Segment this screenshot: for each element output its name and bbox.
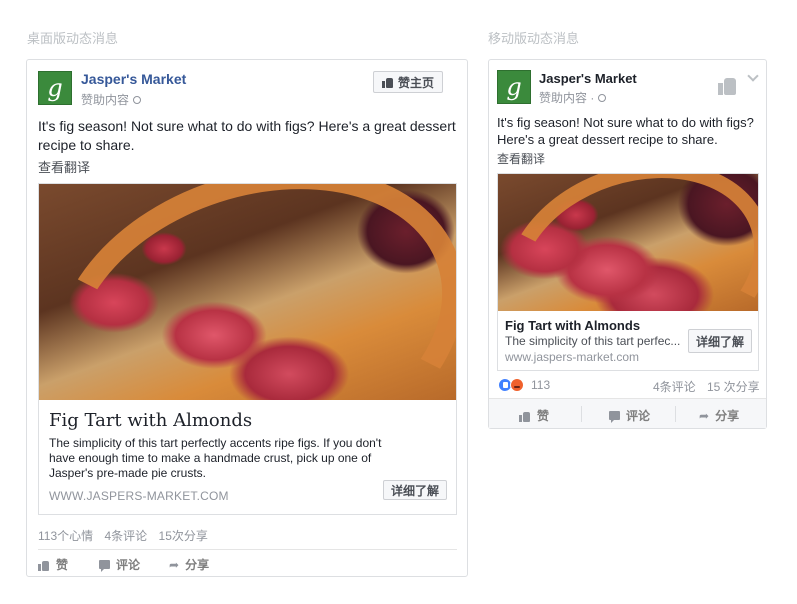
tart-crust-shape xyxy=(498,174,758,311)
learn-more-button[interactable]: 详细了解 xyxy=(688,329,752,353)
sponsored-text: 赞助内容 · xyxy=(539,91,595,105)
avatar-logo-letter: g xyxy=(47,74,63,102)
share-count[interactable]: 15次分享 xyxy=(159,529,208,543)
mobile-reaction-count[interactable]: 113 xyxy=(531,378,550,392)
like-page-button[interactable]: 赞主页 xyxy=(373,71,444,93)
thumbs-up-icon xyxy=(519,410,531,422)
share-action-button[interactable]: ➦ 分享 xyxy=(699,407,739,424)
comment-action-button[interactable]: 评论 xyxy=(99,556,140,573)
mobile-feed-card: g Jasper's Market 赞助内容 · It's fig season… xyxy=(488,59,767,429)
tart-crust-shape xyxy=(39,184,456,400)
link-description: The simplicity of this tart perfectly ac… xyxy=(49,436,382,480)
comment-icon xyxy=(609,411,620,423)
see-translation-link[interactable]: 查看翻译 xyxy=(38,157,90,176)
post-text: It's fig season! Not sure what to do wit… xyxy=(38,118,456,153)
link-preview[interactable]: Fig Tart with Almonds The simplicity of … xyxy=(497,173,759,371)
desktop-feed-card: g Jasper's Market 赞助内容 赞主页 It's fig seas… xyxy=(26,59,468,577)
desktop-section-title: 桌面版动态消息 xyxy=(27,31,119,46)
action-separator xyxy=(675,406,676,422)
desktop-stats-bar: 113个心情 4条评论 15次分享 xyxy=(38,527,208,544)
avatar-logo-letter: g xyxy=(506,73,522,101)
share-label: 分享 xyxy=(185,558,210,572)
link-title[interactable]: Fig Tart with Almonds xyxy=(505,318,640,333)
chevron-down-icon[interactable] xyxy=(747,70,759,82)
angry-reaction-icon xyxy=(510,378,524,392)
comment-action-button[interactable]: 评论 xyxy=(609,407,650,424)
comment-icon xyxy=(99,560,110,572)
globe-icon xyxy=(598,93,607,102)
comment-label: 评论 xyxy=(116,558,141,572)
share-action-button[interactable]: ➦ 分享 xyxy=(169,556,209,573)
page-name-link[interactable]: Jasper's Market xyxy=(539,71,637,86)
thumbs-up-icon xyxy=(38,559,50,571)
link-image[interactable] xyxy=(39,184,456,400)
like-label: 赞 xyxy=(56,558,69,572)
link-description: The simplicity of this tart perfec... xyxy=(505,334,681,348)
globe-icon xyxy=(133,95,142,104)
actions-divider xyxy=(38,549,457,550)
share-icon: ➦ xyxy=(169,557,180,572)
like-page-label: 赞主页 xyxy=(398,75,435,90)
share-icon: ➦ xyxy=(699,408,710,423)
sponsored-label: 赞助内容 · xyxy=(539,89,607,106)
link-preview[interactable]: Fig Tart with Almonds The simplicity of … xyxy=(38,183,457,515)
like-action-button[interactable]: 赞 xyxy=(519,407,549,424)
comment-count[interactable]: 4条评论 xyxy=(104,529,147,543)
share-label: 分享 xyxy=(715,409,740,423)
mobile-share-count[interactable]: 15 次分享 xyxy=(707,378,760,395)
post-text: It's fig season! Not sure what to do wit… xyxy=(497,115,754,147)
page-name-link[interactable]: Jasper's Market xyxy=(81,71,186,87)
link-domain: www.jaspers-market.com xyxy=(505,350,640,364)
link-image[interactable] xyxy=(498,174,758,311)
action-separator xyxy=(581,406,582,422)
page-avatar[interactable]: g xyxy=(38,71,72,105)
link-title[interactable]: Fig Tart with Almonds xyxy=(49,410,252,431)
mobile-action-bar: 赞 评论 ➦ 分享 xyxy=(489,398,766,428)
comment-label: 评论 xyxy=(626,409,651,423)
learn-more-button[interactable]: 详细了解 xyxy=(383,480,447,500)
reaction-count[interactable]: 113个心情 xyxy=(38,529,93,543)
sponsored-text: 赞助内容 xyxy=(81,93,130,107)
see-translation-link[interactable]: 查看翻译 xyxy=(497,150,545,167)
like-label: 赞 xyxy=(537,409,550,423)
link-domain: WWW.JASPERS-MARKET.COM xyxy=(49,489,229,503)
mobile-comment-count[interactable]: 4条评论 xyxy=(653,378,696,395)
mobile-section-title: 移动版动态消息 xyxy=(488,31,580,46)
page-avatar[interactable]: g xyxy=(497,70,531,104)
sponsored-label: 赞助内容 xyxy=(81,91,142,108)
like-action-button[interactable]: 赞 xyxy=(38,556,68,573)
thumbs-up-icon xyxy=(382,76,394,88)
thumbs-up-icon[interactable] xyxy=(718,75,738,95)
